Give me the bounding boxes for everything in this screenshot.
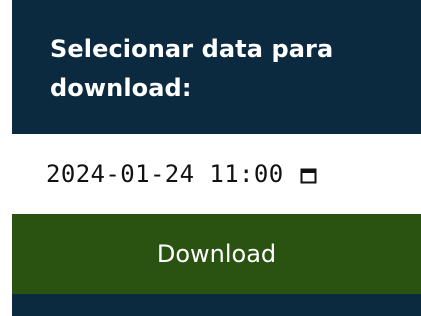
datetime-input[interactable]: 2024-01-24 11:00	[0, 134, 421, 214]
panel-title: Selecionar data para download:	[50, 35, 334, 102]
download-button[interactable]: Download	[0, 214, 421, 294]
datetime-value[interactable]: 2024-01-24 11:00	[46, 160, 284, 188]
calendar-icon[interactable]	[300, 167, 317, 184]
panel-header: Selecionar data para download:	[0, 0, 421, 134]
footer-bar	[0, 294, 421, 316]
download-panel: Selecionar data para download: 2024-01-2…	[0, 0, 421, 316]
